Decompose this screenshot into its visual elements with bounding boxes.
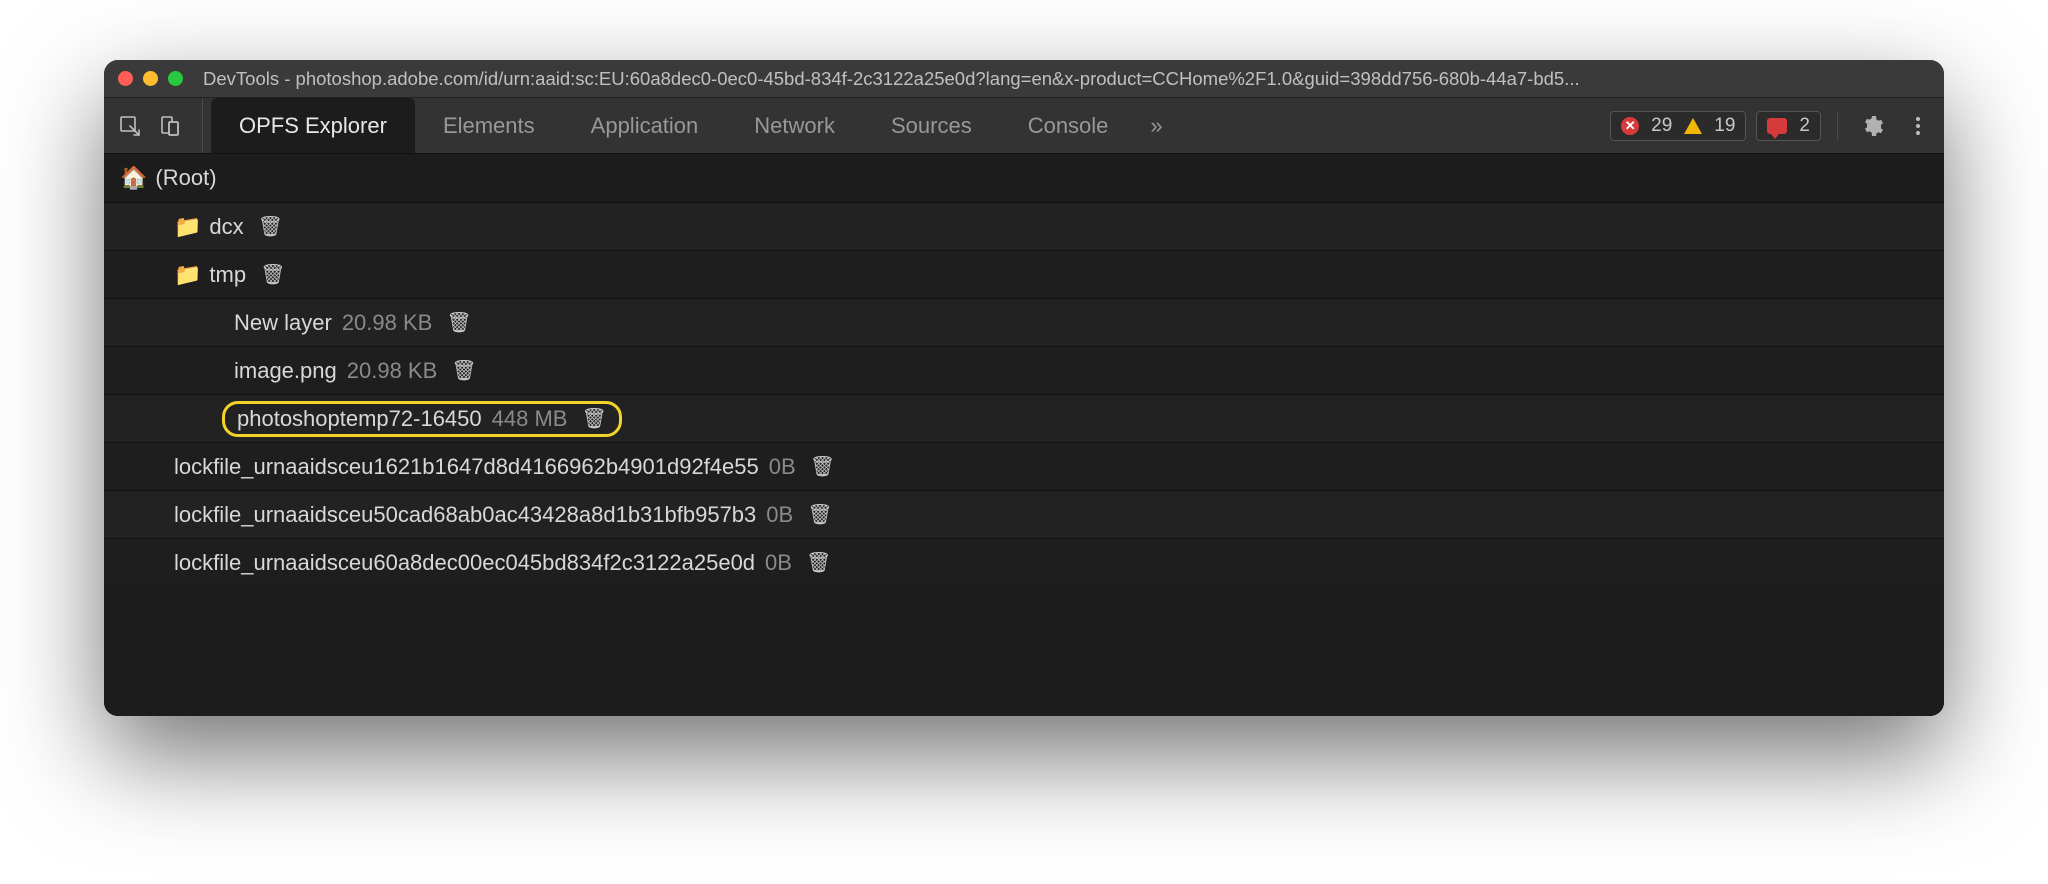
opfs-tree-panel: 🏠 (Root) 📁 dcx 🗑 📁 tmp 🗑 New layer 20.98… [104,154,1944,716]
delete-icon[interactable]: 🗑 [807,502,832,527]
file-name: lockfile_urnaaidsceu1621b1647d8d4166962b… [174,454,759,480]
tab-label: Console [1028,113,1109,139]
tab-label: Application [591,113,699,139]
folder-icon: 📁 [174,214,201,240]
file-size: 448 MB [492,406,568,432]
tree-folder[interactable]: 📁 dcx 🗑 [104,202,1944,250]
overflow-glyph: » [1150,113,1162,139]
issues-badge[interactable]: 2 [1756,111,1821,141]
root-label: (Root) [155,165,216,191]
file-name: lockfile_urnaaidsceu60a8dec00ec045bd834f… [174,550,755,576]
console-issues-badge[interactable]: ✕ 29 19 [1610,111,1746,141]
tab-label: OPFS Explorer [239,113,387,139]
file-size: 0B [765,550,792,576]
minimize-window-button[interactable] [143,71,158,86]
tree-file[interactable]: New layer 20.98 KB 🗑 [104,298,1944,346]
file-name: lockfile_urnaaidsceu50cad68ab0ac43428a8d… [174,502,756,528]
delete-icon[interactable]: 🗑 [260,262,285,287]
file-name: image.png [234,358,337,384]
tree-folder[interactable]: 📁 tmp 🗑 [104,250,1944,298]
file-name: photoshoptemp72-16450 [237,406,482,432]
panel-tabs: OPFS Explorer Elements Application Netwo… [211,98,1177,153]
tab-network[interactable]: Network [726,98,863,153]
device-toolbar-icon[interactable] [152,108,188,144]
tab-application[interactable]: Application [563,98,727,153]
feedback-icon [1767,118,1787,134]
tree-root[interactable]: 🏠 (Root) [104,154,1944,202]
file-size: 20.98 KB [342,310,433,336]
feedback-count: 2 [1799,115,1810,137]
tab-sources[interactable]: Sources [863,98,1000,153]
tab-label: Network [754,113,835,139]
tab-elements[interactable]: Elements [415,98,563,153]
file-size: 0B [766,502,793,528]
devtools-toolbar: OPFS Explorer Elements Application Netwo… [104,98,1944,154]
delete-icon[interactable]: 🗑 [810,454,835,479]
file-size: 20.98 KB [347,358,438,384]
inspect-element-icon[interactable] [112,108,148,144]
tab-console[interactable]: Console [1000,98,1137,153]
error-icon: ✕ [1621,117,1639,135]
warning-icon [1684,118,1702,134]
delete-icon[interactable]: 🗑 [451,358,476,383]
more-tabs-button[interactable]: » [1136,98,1176,153]
tree-file-highlighted[interactable]: photoshoptemp72-16450 448 MB 🗑 [104,394,1944,442]
tree-file[interactable]: lockfile_urnaaidsceu1621b1647d8d4166962b… [104,442,1944,490]
delete-icon[interactable]: 🗑 [581,406,606,431]
delete-icon[interactable]: 🗑 [446,310,471,335]
divider [1837,111,1838,141]
delete-icon[interactable]: 🗑 [806,550,831,575]
file-size: 0B [769,454,796,480]
close-window-button[interactable] [118,71,133,86]
tree-file[interactable]: image.png 20.98 KB 🗑 [104,346,1944,394]
maximize-window-button[interactable] [168,71,183,86]
tree-file[interactable]: lockfile_urnaaidsceu50cad68ab0ac43428a8d… [104,490,1944,538]
window-title: DevTools - photoshop.adobe.com/id/urn:aa… [203,68,1580,90]
highlight-ring: photoshoptemp72-16450 448 MB 🗑 [222,401,622,437]
window-controls [118,71,183,86]
delete-icon[interactable]: 🗑 [258,214,283,239]
devtools-window: DevTools - photoshop.adobe.com/id/urn:aa… [104,60,1944,716]
warning-count: 19 [1714,115,1735,137]
folder-name: dcx [209,214,243,240]
tab-label: Elements [443,113,535,139]
tree-file[interactable]: lockfile_urnaaidsceu60a8dec00ec045bd834f… [104,538,1944,586]
folder-icon: 📁 [174,262,201,288]
settings-icon[interactable] [1854,108,1890,144]
titlebar: DevTools - photoshop.adobe.com/id/urn:aa… [104,60,1944,98]
file-name: New layer [234,310,332,336]
more-options-icon[interactable] [1900,108,1936,144]
empty-space [104,586,1944,716]
home-icon: 🏠 [120,165,147,191]
folder-name: tmp [209,262,246,288]
tab-label: Sources [891,113,972,139]
error-count: 29 [1651,115,1672,137]
tab-opfs-explorer[interactable]: OPFS Explorer [211,98,415,153]
